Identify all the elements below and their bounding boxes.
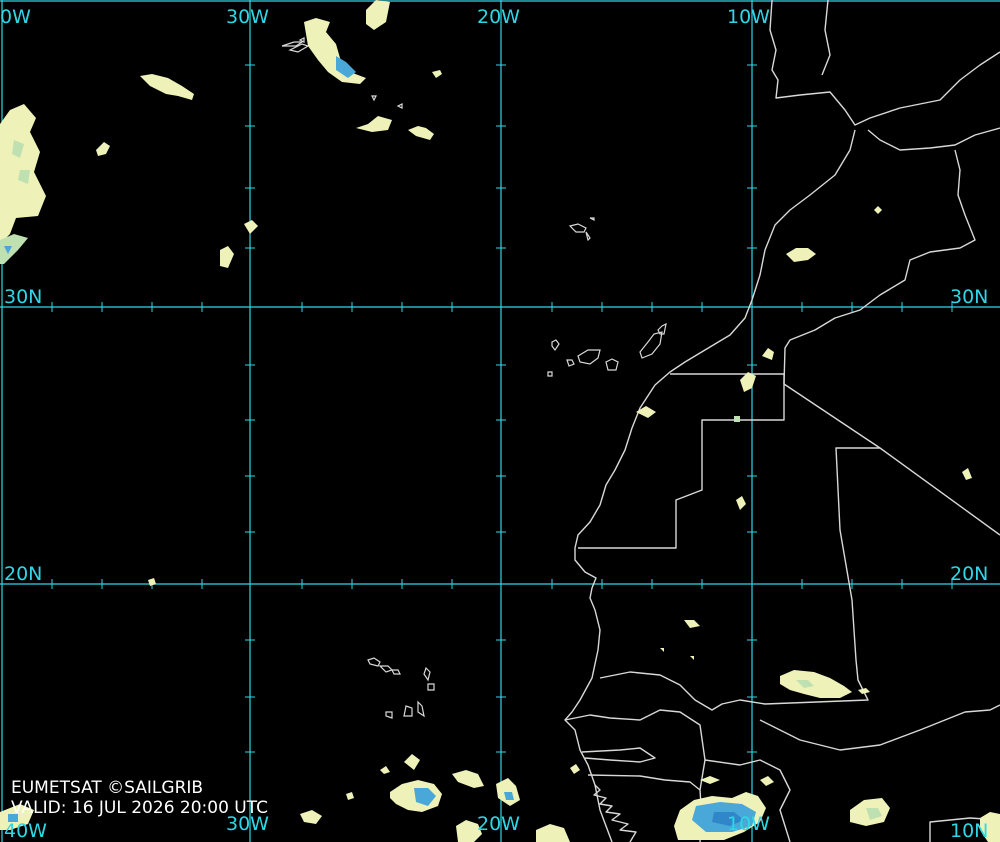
graticule-label-top: 10W bbox=[727, 6, 770, 28]
valid-time-text: VALID: 16 JUL 2026 20:00 UTC bbox=[11, 798, 269, 818]
graticule-label-top: 30W bbox=[226, 6, 269, 28]
graticule-label-top: 20W bbox=[477, 6, 520, 28]
graticule-label-left: 30N bbox=[4, 286, 43, 308]
graticule-label-top: 0W bbox=[0, 6, 31, 28]
graticule-label-right: 30N bbox=[950, 286, 989, 308]
satellite-map bbox=[0, 0, 1000, 842]
credit-text: EUMETSAT ©SAILGRIB bbox=[11, 778, 204, 798]
graticule-label-left: 20N bbox=[4, 563, 43, 585]
graticule-label-bottom: 10W bbox=[727, 813, 770, 835]
graticule-label-bottom: 20W bbox=[477, 813, 520, 835]
graticule-label-right: 20N bbox=[950, 563, 989, 585]
graticule-label-bottom: 10N bbox=[950, 820, 989, 842]
graticule-label-bottom: 40W bbox=[4, 820, 47, 842]
